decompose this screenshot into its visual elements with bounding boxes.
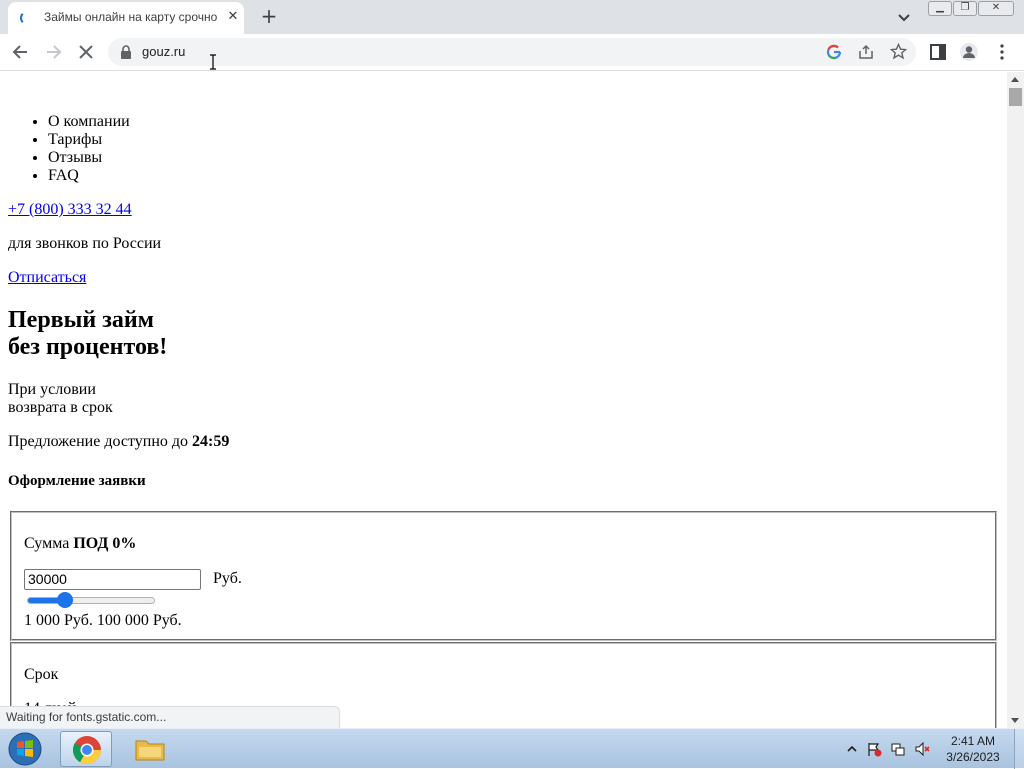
sum-input[interactable]: 30000	[24, 569, 201, 590]
taskbar-chrome[interactable]	[60, 731, 112, 767]
hero-title-line1: Первый займ	[8, 307, 155, 333]
sum-slider-track[interactable]	[27, 597, 155, 604]
browser-toolbar: gouz.ru	[0, 34, 1024, 71]
condition-line1: При условии	[8, 381, 96, 398]
sum-label: Сумма ПОД 0%	[24, 535, 136, 553]
page-content: О компании Тарифы Отзывы FAQ +7 (800) 33…	[0, 72, 1007, 728]
sum-range-text: 1 000 Руб. 100 000 Руб.	[24, 612, 182, 629]
windows-start-icon[interactable]	[4, 731, 46, 767]
loading-spinner-icon	[20, 11, 34, 25]
nav-item-tariffs[interactable]: Тарифы	[48, 131, 130, 149]
restore-button[interactable]: ❐	[953, 1, 977, 16]
folder-icon	[135, 740, 165, 761]
windows-taskbar: 2:41 AM 3/26/2023	[0, 728, 1024, 769]
sum-currency: Руб.	[213, 570, 242, 587]
offer-text: Предложение доступно до 24:59	[8, 433, 229, 451]
offer-label: Предложение доступно до	[8, 433, 193, 450]
scroll-thumb[interactable]	[1009, 88, 1022, 106]
nav-item-reviews[interactable]: Отзывы	[48, 149, 130, 167]
tab-close-icon[interactable]: ✕	[224, 8, 242, 26]
sum-label-rate: ПОД 0%	[73, 535, 137, 552]
scroll-down-arrow-icon[interactable]	[1011, 718, 1019, 723]
action-center-flag-icon[interactable]	[866, 741, 882, 757]
minimize-button[interactable]: ▁	[928, 1, 952, 16]
lock-icon[interactable]	[120, 45, 132, 59]
phone-link[interactable]: +7 (800) 333 32 44	[8, 201, 132, 219]
url-text[interactable]: gouz.ru	[142, 44, 185, 59]
phone-caption: для звонков по России	[8, 235, 162, 252]
new-tab-button[interactable]: +	[258, 6, 280, 28]
term-label: Срок	[24, 666, 59, 683]
nav-item-about[interactable]: О компании	[48, 113, 130, 131]
sum-label-text: Сумма	[24, 535, 74, 552]
chrome-icon	[73, 736, 101, 764]
side-panel-icon[interactable]	[928, 42, 948, 62]
offer-timer: 24:59	[192, 433, 230, 450]
more-menu-icon[interactable]	[992, 42, 1012, 62]
tab-title: Займы онлайн на карту срочно	[44, 10, 218, 24]
network-icon[interactable]	[890, 741, 906, 757]
address-bar[interactable]: gouz.ru	[108, 38, 916, 66]
share-icon[interactable]	[858, 44, 874, 60]
hero-title: Первый займ без процентов!	[8, 307, 167, 361]
tab-strip: Займы онлайн на карту срочно ✕ + ▁ ❐ ✕	[0, 0, 1024, 34]
forward-arrow-icon[interactable]	[43, 42, 63, 62]
hero-title-line2: без процентов!	[8, 334, 168, 360]
volume-muted-icon[interactable]	[914, 741, 930, 757]
google-lens-icon[interactable]	[826, 44, 842, 60]
taskbar-explorer[interactable]	[124, 731, 176, 767]
unsubscribe-link[interactable]: Отписаться	[8, 269, 86, 287]
clock-time: 2:41 AM	[950, 734, 996, 748]
bookmark-star-icon[interactable]	[890, 43, 907, 60]
tab-search-chevron-icon[interactable]	[895, 8, 913, 26]
scroll-up-arrow-icon[interactable]	[1011, 77, 1019, 82]
clock-date: 3/26/2023	[946, 750, 1000, 764]
form-heading: Оформление заявки	[8, 473, 146, 489]
condition-line2: возврата в срок	[8, 399, 113, 416]
close-window-button[interactable]: ✕	[978, 1, 1014, 16]
tray-expand-icon[interactable]	[844, 741, 860, 757]
stop-loading-icon[interactable]	[76, 42, 96, 62]
taskbar-clock[interactable]: 2:41 AM 3/26/2023	[936, 733, 1010, 765]
nav-item-faq[interactable]: FAQ	[48, 167, 130, 185]
profile-avatar-icon[interactable]	[959, 42, 979, 62]
back-arrow-icon[interactable]	[11, 42, 31, 62]
show-desktop-button[interactable]	[1014, 729, 1024, 769]
main-nav: О компании Тарифы Отзывы FAQ	[0, 113, 130, 185]
status-bubble: Waiting for fonts.gstatic.com...	[0, 706, 340, 728]
text-cursor-icon	[210, 54, 216, 70]
browser-tab[interactable]: Займы онлайн на карту срочно ✕	[8, 2, 244, 34]
vertical-scrollbar[interactable]	[1007, 72, 1024, 728]
